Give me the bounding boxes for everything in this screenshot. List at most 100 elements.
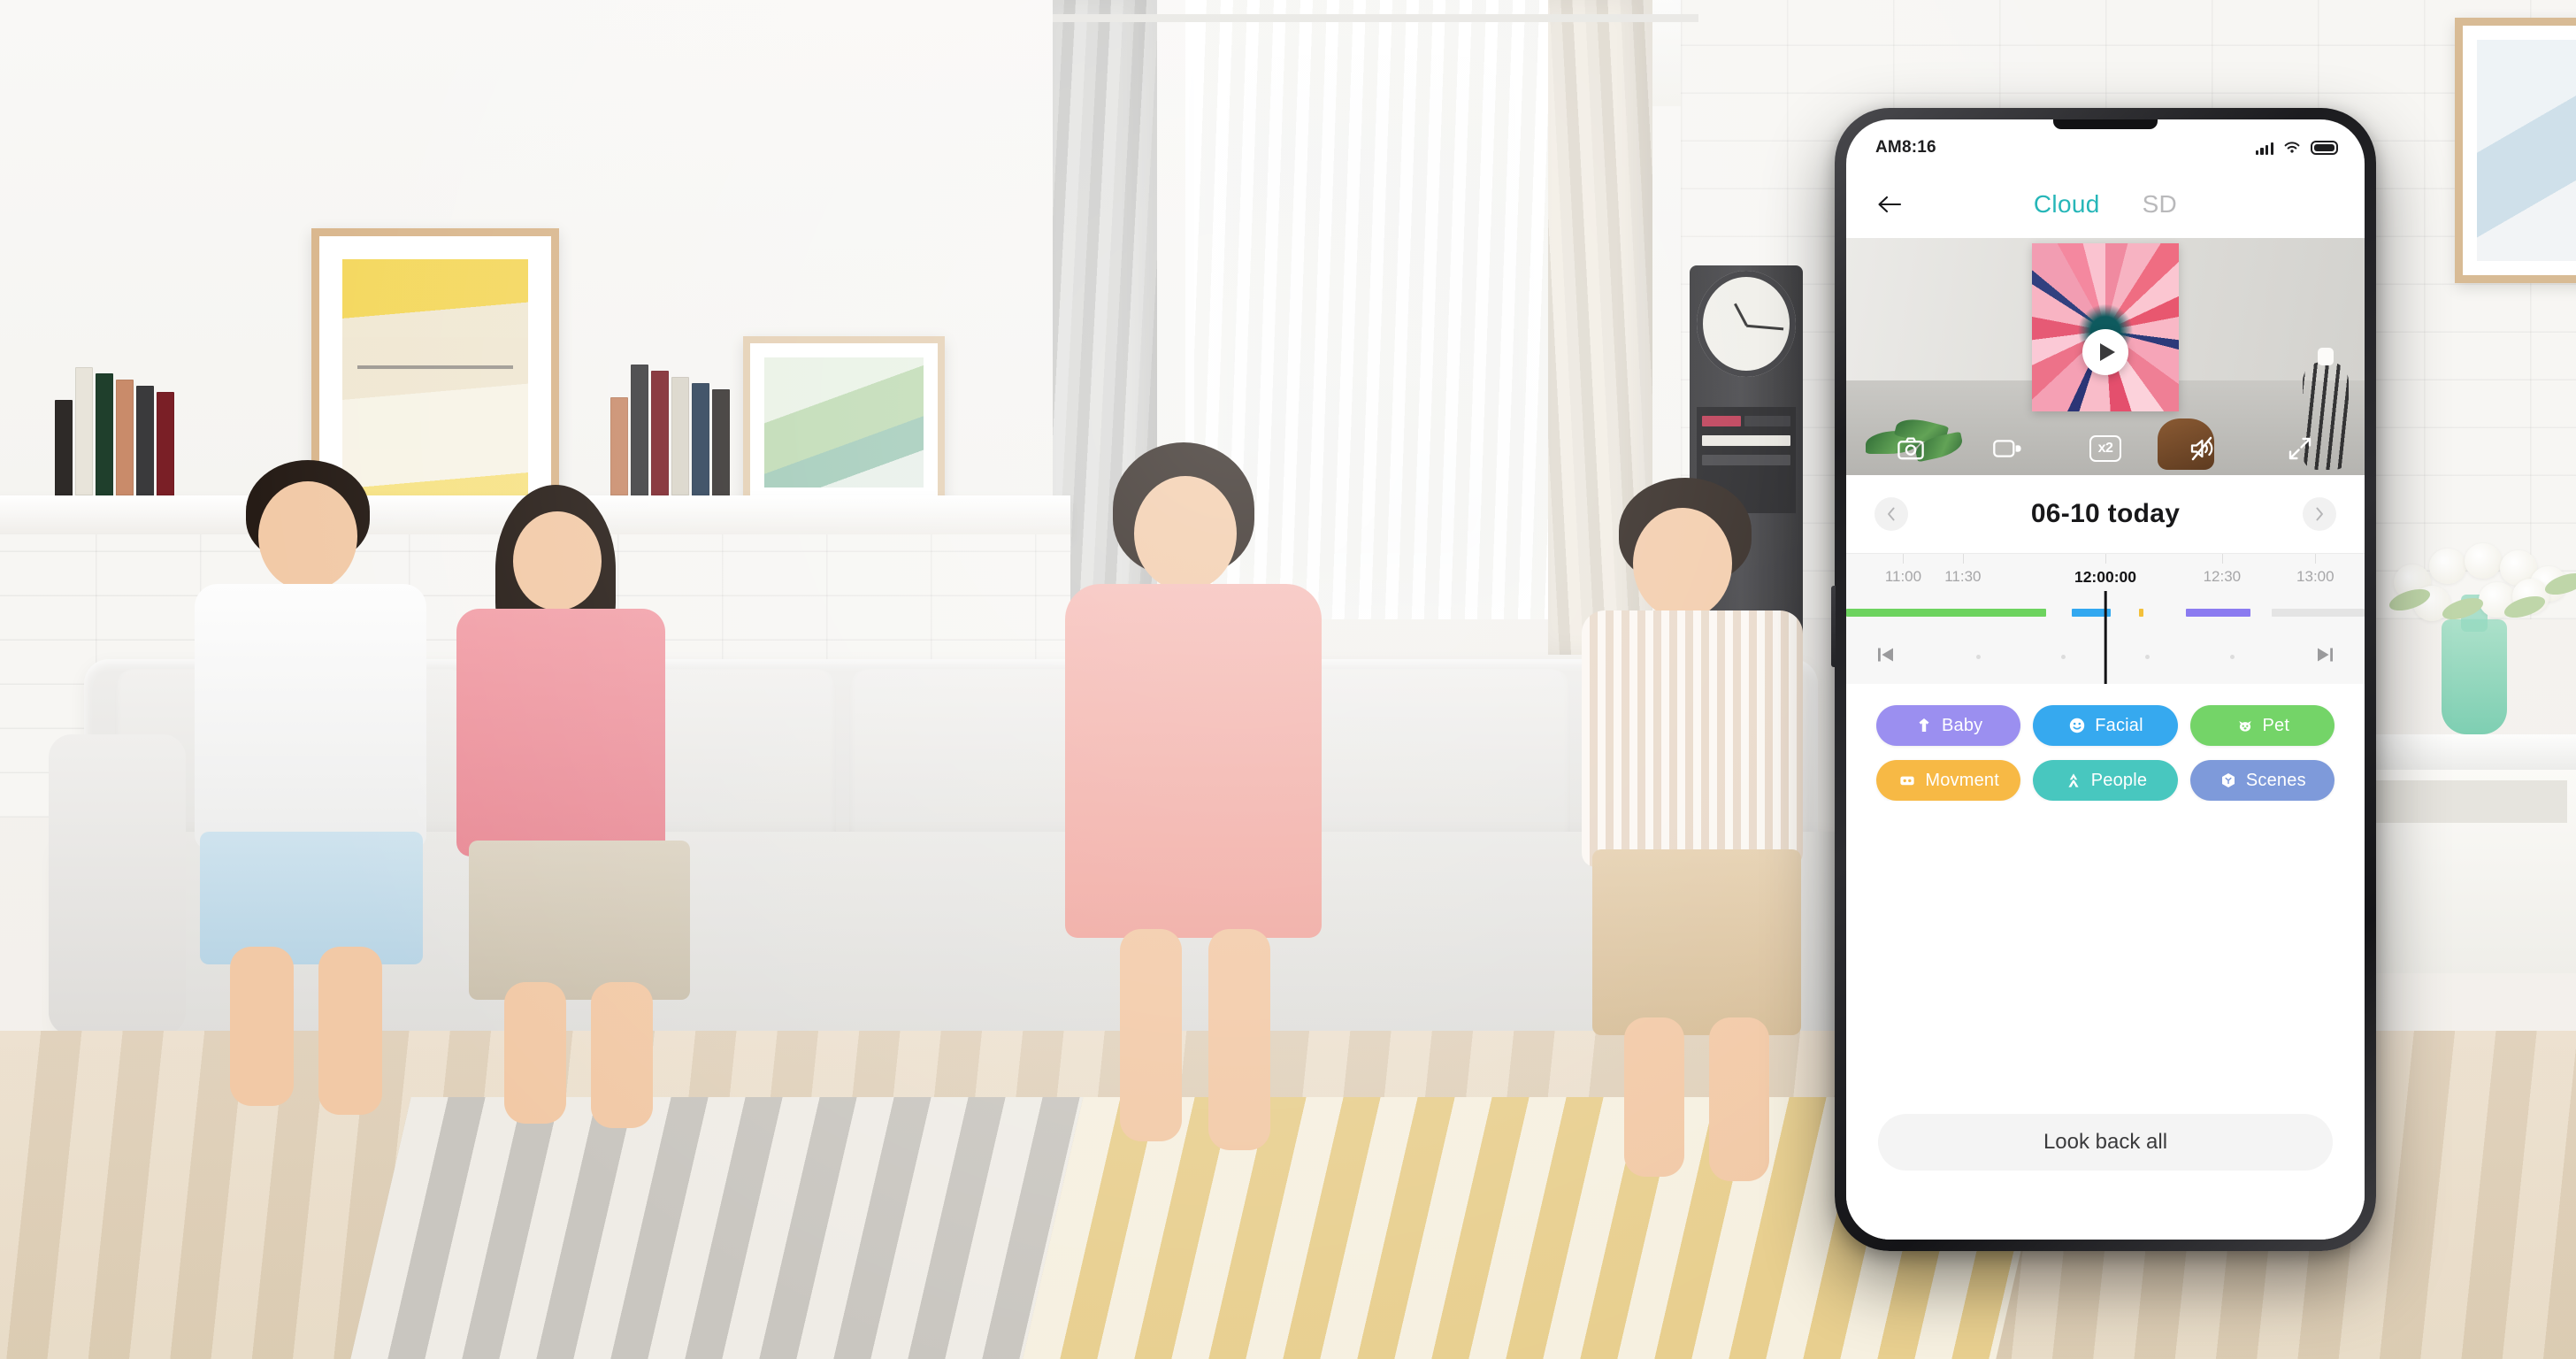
video-control-bar: x2 xyxy=(1846,431,2365,466)
filter-chip-label: People xyxy=(2090,770,2148,790)
timeline-segment-yellow-event[interactable] xyxy=(2139,609,2143,617)
play-button[interactable] xyxy=(2082,328,2128,375)
timeline-dot xyxy=(2230,654,2235,659)
filter-chip-people[interactable]: People xyxy=(2033,760,2178,801)
filter-chip-label: Movment xyxy=(1925,770,1999,790)
recording-timeline[interactable]: 11:00 11:30 12:00:00 12:30 13:00 xyxy=(1846,553,2365,684)
status-bar-time: AM8:16 xyxy=(1875,138,1936,157)
book xyxy=(55,400,73,495)
curtain-rod xyxy=(1053,14,1698,22)
shelf-book-white xyxy=(1702,435,1790,446)
motion-box-icon xyxy=(1898,771,1917,790)
video-scene-flower-painting xyxy=(2032,243,2179,411)
phone-device-mockup: AM8:16 Cloud SD x2 06-10 today 11:00 11:… xyxy=(1831,108,2376,1251)
filter-chip-label: Facial xyxy=(2095,715,2143,735)
book xyxy=(75,367,93,495)
person-boy-bending xyxy=(1557,478,1849,1181)
book xyxy=(651,371,669,495)
pet-head-icon xyxy=(2235,716,2255,735)
filter-chip-facial[interactable]: Facial xyxy=(2033,705,2178,746)
timeline-tick xyxy=(2315,554,2317,564)
console-table-shelf xyxy=(2364,780,2567,823)
timeline-segment-green-event[interactable] xyxy=(1846,609,2046,617)
phone-side-button[interactable] xyxy=(1831,586,1836,667)
status-bar-icons xyxy=(2255,141,2338,155)
timeline-tick xyxy=(1903,554,1905,564)
shelf-book-red xyxy=(1702,416,1741,426)
artwork-landscape xyxy=(764,357,924,488)
timeline-tick xyxy=(2105,554,2106,564)
phone-screen: AM8:16 Cloud SD x2 06-10 today 11:00 11:… xyxy=(1846,119,2365,1240)
next-day-button[interactable] xyxy=(2303,497,2336,531)
date-navigation: 06-10 today xyxy=(1846,475,2365,553)
back-button[interactable] xyxy=(1869,184,1910,225)
filter-chip-baby[interactable]: Baby xyxy=(1876,705,2021,746)
shelf-book-dark xyxy=(1744,416,1790,426)
tab-sd[interactable]: SD xyxy=(2143,190,2178,219)
timeline-current-time-label: 12:00:00 xyxy=(2074,568,2137,586)
timeline-segment-empty-track[interactable] xyxy=(2271,609,2365,617)
source-tabs: Cloud SD xyxy=(1846,190,2365,219)
shelf-book-black xyxy=(1702,455,1790,465)
book xyxy=(157,392,174,495)
previous-day-button[interactable] xyxy=(1874,497,1908,531)
back-arrow-icon xyxy=(1878,196,1902,213)
video-camera-icon xyxy=(1993,440,2021,457)
person-father xyxy=(177,451,469,1115)
wifi-icon xyxy=(2284,142,2300,153)
timeline-dot xyxy=(2060,654,2066,659)
book xyxy=(136,386,154,495)
speed-box-icon: x2 xyxy=(2089,435,2121,462)
timeline-time-label: 13:00 xyxy=(2296,568,2334,585)
timeline-ticks xyxy=(1846,554,2365,564)
timeline-segment-purple-event[interactable] xyxy=(2185,609,2251,617)
sofa-arm-left xyxy=(49,734,186,1035)
framed-art-right xyxy=(2455,18,2576,283)
current-date-label: 06-10 today xyxy=(2030,499,2181,528)
look-back-all-button[interactable]: Look back all xyxy=(1878,1114,2333,1171)
chevron-left-icon xyxy=(1888,507,1895,521)
filter-chip-scenes[interactable]: Scenes xyxy=(2189,760,2334,801)
playback-speed-button[interactable]: x2 xyxy=(2089,434,2121,463)
timeline-tick xyxy=(1962,554,1964,564)
person-girl-dancing xyxy=(1035,442,1353,1150)
timeline-dot xyxy=(1975,654,1981,659)
fullscreen-button[interactable] xyxy=(2284,434,2316,463)
timeline-tick xyxy=(2221,554,2223,564)
record-button[interactable] xyxy=(1992,434,2024,463)
book-row-middle xyxy=(610,354,730,495)
book-row-left xyxy=(55,354,174,495)
video-player[interactable]: x2 xyxy=(1846,238,2365,475)
person-walking-icon xyxy=(2064,771,2083,790)
artwork-right xyxy=(2477,40,2576,261)
rose xyxy=(2465,543,2502,579)
timeline-time-label: 11:30 xyxy=(1944,568,1982,585)
book xyxy=(116,380,134,495)
rose xyxy=(2429,549,2466,584)
filter-chip-movment[interactable]: Movment xyxy=(1876,760,2021,801)
baby-onesie-icon xyxy=(1914,716,1934,735)
smiley-face-icon xyxy=(2067,716,2087,735)
tab-cloud[interactable]: Cloud xyxy=(2034,190,2100,219)
snapshot-button[interactable] xyxy=(1895,434,1927,463)
app-navigation-bar: Cloud SD xyxy=(1846,171,2365,238)
framed-art-landscape xyxy=(743,336,945,509)
timeline-playhead[interactable] xyxy=(2104,591,2107,684)
phone-notch xyxy=(2053,119,2158,129)
footer-area: Look back all xyxy=(1846,1071,2365,1240)
expand-arrows-icon xyxy=(2288,437,2312,460)
speaker-muted-icon xyxy=(2190,436,2213,461)
skip-previous-button[interactable] xyxy=(1876,645,1896,669)
filter-chip-label: Scenes xyxy=(2245,770,2306,790)
book xyxy=(96,373,113,495)
white-roses-bouquet xyxy=(2387,540,2576,624)
mute-button[interactable] xyxy=(2187,434,2219,463)
filter-chip-pet[interactable]: Pet xyxy=(2189,705,2334,746)
camera-icon xyxy=(1898,437,1924,460)
chevron-right-icon xyxy=(2316,507,2323,521)
timeline-time-label: 11:00 xyxy=(1884,568,1922,585)
filter-chip-label: Baby xyxy=(1941,715,1983,735)
filter-chip-label: Pet xyxy=(2262,715,2290,735)
battery-icon xyxy=(2311,141,2338,155)
skip-next-button[interactable] xyxy=(2315,645,2334,669)
